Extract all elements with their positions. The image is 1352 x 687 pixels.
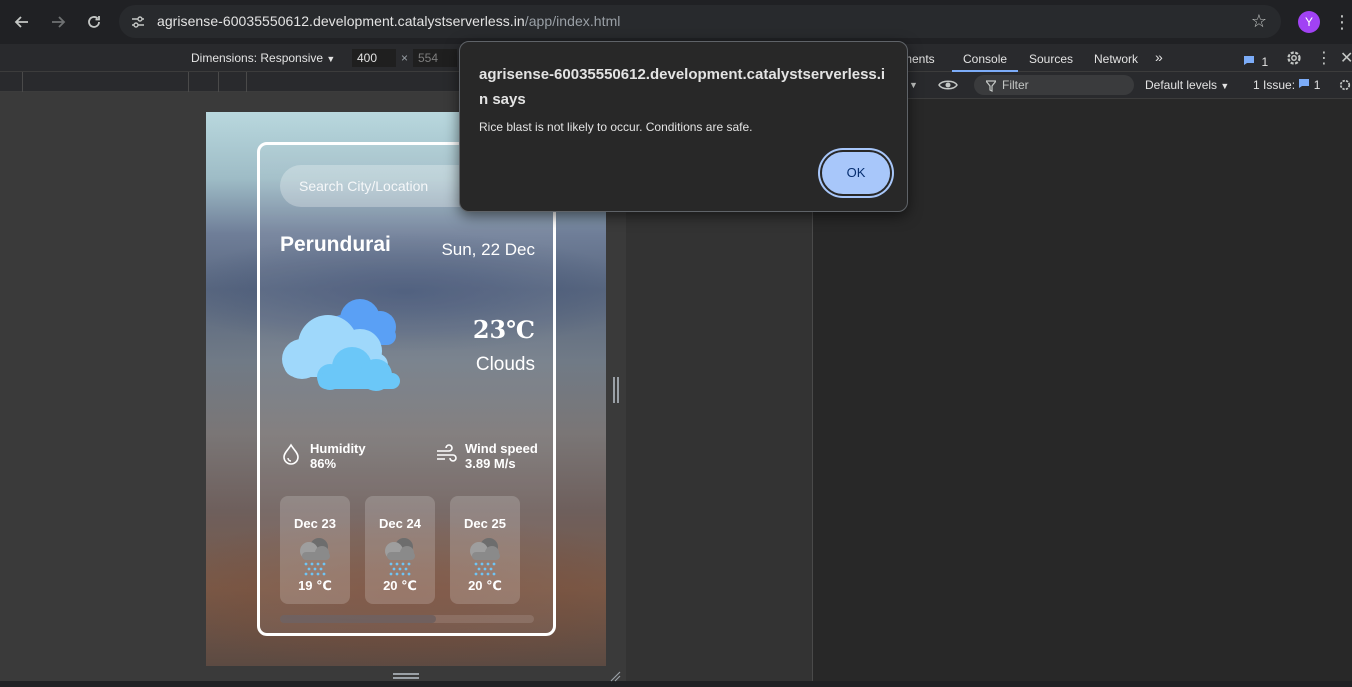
temperature: 23℃ <box>472 315 535 344</box>
alert-dialog: agrisense-60035550612.development.cataly… <box>459 41 908 212</box>
filter-input[interactable] <box>974 75 1134 95</box>
water-drop-icon <box>280 443 302 465</box>
rain-cloud-icon <box>296 536 334 576</box>
log-levels-label: Default levels <box>1145 78 1218 92</box>
more-tabs-icon[interactable]: » <box>1155 49 1163 65</box>
weather-condition: Clouds <box>475 354 535 375</box>
dialog-title: agrisense-60035550612.development.cataly… <box>479 66 886 108</box>
forecast-scrollbar[interactable] <box>280 615 534 623</box>
log-levels-dropdown[interactable]: Default levels ▼ <box>1145 78 1229 92</box>
forecast-date: Dec 24 <box>379 516 421 531</box>
back-arrow-icon[interactable] <box>8 8 36 36</box>
tab-sources[interactable]: Sources <box>1029 52 1073 66</box>
ruler-tick <box>218 72 219 92</box>
weather-card: Search City/Location Perundurai Sun, 22 … <box>257 142 556 636</box>
rain-cloud-icon <box>381 536 419 576</box>
humidity-metric: Humidity 86% <box>280 441 400 477</box>
dimension-separator: × <box>401 51 409 65</box>
chevron-down-icon: ▼ <box>326 54 336 64</box>
humidity-label: Humidity <box>310 441 366 456</box>
chevron-down-icon: ▼ <box>1220 81 1230 91</box>
console-settings-gear-icon[interactable] <box>1338 77 1352 93</box>
forecast-card[interactable]: Dec 23 19 ℃ <box>280 496 350 604</box>
wind-metric: Wind speed 3.89 M/s <box>435 441 545 477</box>
forecast-card[interactable]: Dec 25 20 ℃ <box>450 496 520 604</box>
filter-placeholder: Filter <box>1002 78 1029 92</box>
address-bar[interactable]: agrisense-60035550612.development.cataly… <box>119 5 1281 38</box>
ruler-tick <box>246 72 247 92</box>
tab-network[interactable]: Network <box>1094 52 1138 66</box>
bookmark-star-icon[interactable]: ☆ <box>1249 11 1269 31</box>
right-resize-handle[interactable] <box>613 377 619 403</box>
clouds-weather-icon <box>280 297 404 395</box>
humidity-value: 86% <box>310 456 337 471</box>
ruler-tick <box>22 72 23 92</box>
issues-label: 1 Issue: <box>1253 78 1296 92</box>
message-icon <box>1244 56 1254 65</box>
wind-value: 3.89 M/s <box>465 456 516 471</box>
issues-badge-count: 1 <box>1261 55 1269 69</box>
issues-counter[interactable]: 1 Issue: 1 <box>1253 78 1320 92</box>
forecast-temp: 19 ℃ <box>298 578 332 593</box>
width-input[interactable]: 400 <box>352 49 396 67</box>
settings-gear-icon[interactable] <box>1285 49 1303 67</box>
devtools-menu-icon[interactable]: ⋮ <box>1316 48 1332 68</box>
corner-resize-handle[interactable] <box>609 669 621 682</box>
url-text[interactable]: agrisense-60035550612.development.cataly… <box>157 13 620 29</box>
issues-count: 1 <box>1313 78 1321 92</box>
scrollbar-thumb[interactable] <box>280 615 436 623</box>
height-input[interactable]: 554 <box>413 49 457 67</box>
forecast-card[interactable]: Dec 24 20 ℃ <box>365 496 435 604</box>
issues-badge[interactable]: 1 <box>1243 53 1268 71</box>
bottom-resize-handle[interactable] <box>393 673 419 679</box>
context-dropdown-icon[interactable]: ▼ <box>909 80 918 90</box>
reload-icon[interactable] <box>80 8 108 36</box>
eye-icon[interactable] <box>938 78 958 92</box>
filter-funnel-icon <box>984 79 998 92</box>
site-settings-icon[interactable] <box>129 13 147 31</box>
ok-button[interactable]: OK <box>822 152 890 194</box>
forecast-temp: 20 ℃ <box>468 578 502 593</box>
ruler-tick <box>188 72 189 92</box>
chrome-menu-icon[interactable]: ⋮ <box>1333 10 1351 34</box>
wind-icon <box>435 443 457 465</box>
dialog-message: Rice blast is not likely to occur. Condi… <box>479 120 753 134</box>
forecast-temp: 20 ℃ <box>383 578 417 593</box>
profile-avatar[interactable]: Y <box>1298 11 1320 33</box>
rain-cloud-icon <box>466 536 504 576</box>
close-icon[interactable]: ✕ <box>1340 48 1352 68</box>
forward-arrow-icon[interactable] <box>44 8 72 36</box>
url-path: /app/index.html <box>524 13 621 29</box>
dimensions-dropdown[interactable]: Dimensions: Responsive ▼ <box>191 51 335 65</box>
url-host: agrisense-60035550612.development.cataly… <box>157 13 525 29</box>
wind-label: Wind speed <box>465 441 538 456</box>
dimensions-label: Dimensions: Responsive <box>191 51 324 65</box>
message-icon <box>1299 79 1310 88</box>
current-date: Sun, 22 Dec <box>441 240 535 259</box>
forecast-date: Dec 25 <box>464 516 506 531</box>
browser-toolbar: agrisense-60035550612.development.cataly… <box>0 0 1352 44</box>
tab-console[interactable]: Console <box>963 52 1007 66</box>
forecast-date: Dec 23 <box>294 516 336 531</box>
city-name: Perundurai <box>280 233 391 256</box>
